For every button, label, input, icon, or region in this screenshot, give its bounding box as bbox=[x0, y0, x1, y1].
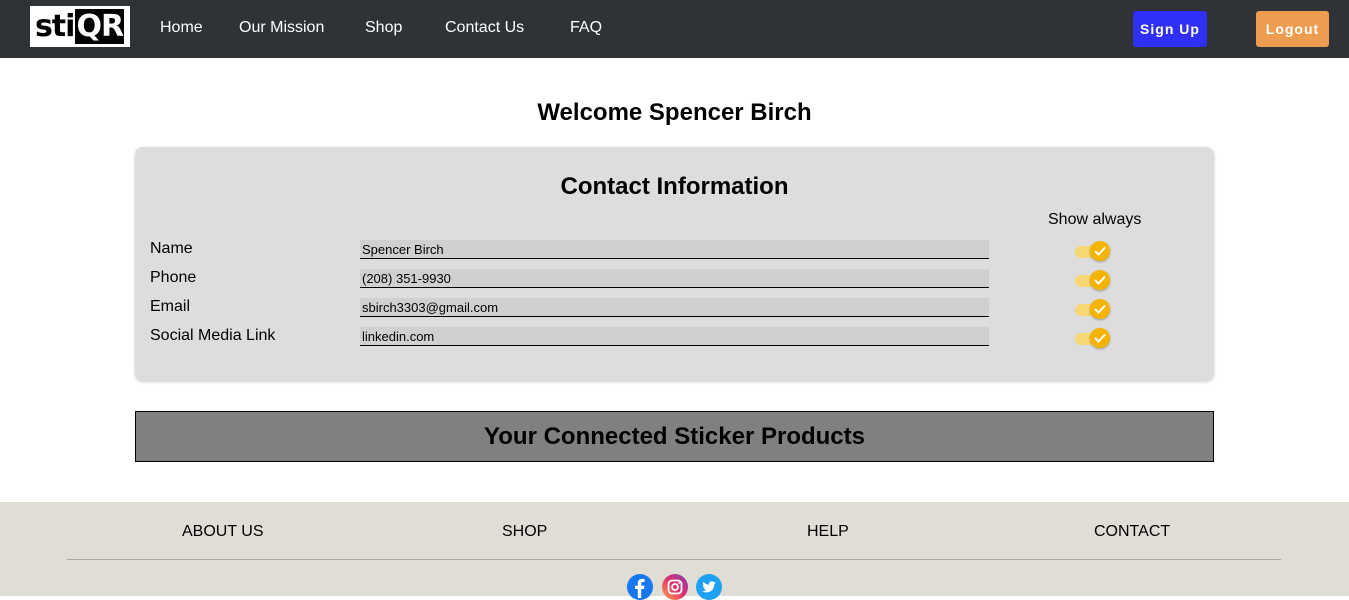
check-icon bbox=[1090, 328, 1110, 348]
sign-up-button[interactable]: Sign Up bbox=[1133, 11, 1207, 47]
navbar: sti QR Home Our Mission Shop Contact Us F… bbox=[0, 0, 1349, 58]
social-media-link-field[interactable] bbox=[360, 327, 989, 346]
show-always-header: Show always bbox=[1048, 211, 1142, 228]
social-media-show-always-toggle[interactable] bbox=[1073, 327, 1111, 349]
check-icon bbox=[1090, 299, 1110, 319]
phone-show-always-toggle[interactable] bbox=[1073, 269, 1111, 291]
check-icon bbox=[1090, 241, 1110, 261]
email-show-always-toggle[interactable] bbox=[1073, 298, 1111, 320]
instagram-icon[interactable] bbox=[662, 574, 688, 600]
twitter-icon[interactable] bbox=[696, 574, 722, 600]
welcome-heading: Welcome Spencer Birch bbox=[537, 99, 812, 126]
connected-sticker-products-header[interactable]: Your Connected Sticker Products bbox=[135, 411, 1214, 462]
nav-link-shop[interactable]: Shop bbox=[365, 19, 402, 37]
nav-link-contact-us[interactable]: Contact Us bbox=[445, 19, 524, 37]
phone-field[interactable] bbox=[360, 269, 989, 288]
footer-link-help[interactable]: HELP bbox=[807, 523, 849, 541]
logo-text-b: QR bbox=[75, 9, 125, 44]
footer: ABOUT US SHOP HELP CONTACT bbox=[0, 502, 1349, 600]
social-media-link-label: Social Media Link bbox=[150, 327, 276, 344]
check-icon bbox=[1090, 270, 1110, 290]
phone-label: Phone bbox=[150, 269, 197, 286]
stiqr-logo[interactable]: sti QR bbox=[30, 6, 130, 47]
facebook-icon[interactable] bbox=[627, 574, 653, 600]
footer-link-contact[interactable]: CONTACT bbox=[1094, 523, 1170, 541]
email-label: Email bbox=[150, 298, 191, 315]
name-label: Name bbox=[150, 240, 193, 257]
footer-link-about-us[interactable]: ABOUT US bbox=[182, 523, 264, 541]
contact-information-card: Contact Information Show always Name Pho… bbox=[135, 147, 1214, 381]
footer-link-shop[interactable]: SHOP bbox=[502, 523, 547, 541]
logout-button[interactable]: Logout bbox=[1256, 11, 1329, 47]
name-field[interactable] bbox=[360, 240, 989, 259]
nav-link-faq[interactable]: FAQ bbox=[570, 19, 602, 37]
footer-divider bbox=[67, 559, 1281, 560]
email-field[interactable] bbox=[360, 298, 989, 317]
contact-information-title: Contact Information bbox=[560, 173, 789, 200]
nav-link-our-mission[interactable]: Our Mission bbox=[239, 19, 324, 37]
name-show-always-toggle[interactable] bbox=[1073, 240, 1111, 262]
nav-link-home[interactable]: Home bbox=[160, 19, 203, 37]
logo-text-a: sti bbox=[34, 9, 75, 44]
